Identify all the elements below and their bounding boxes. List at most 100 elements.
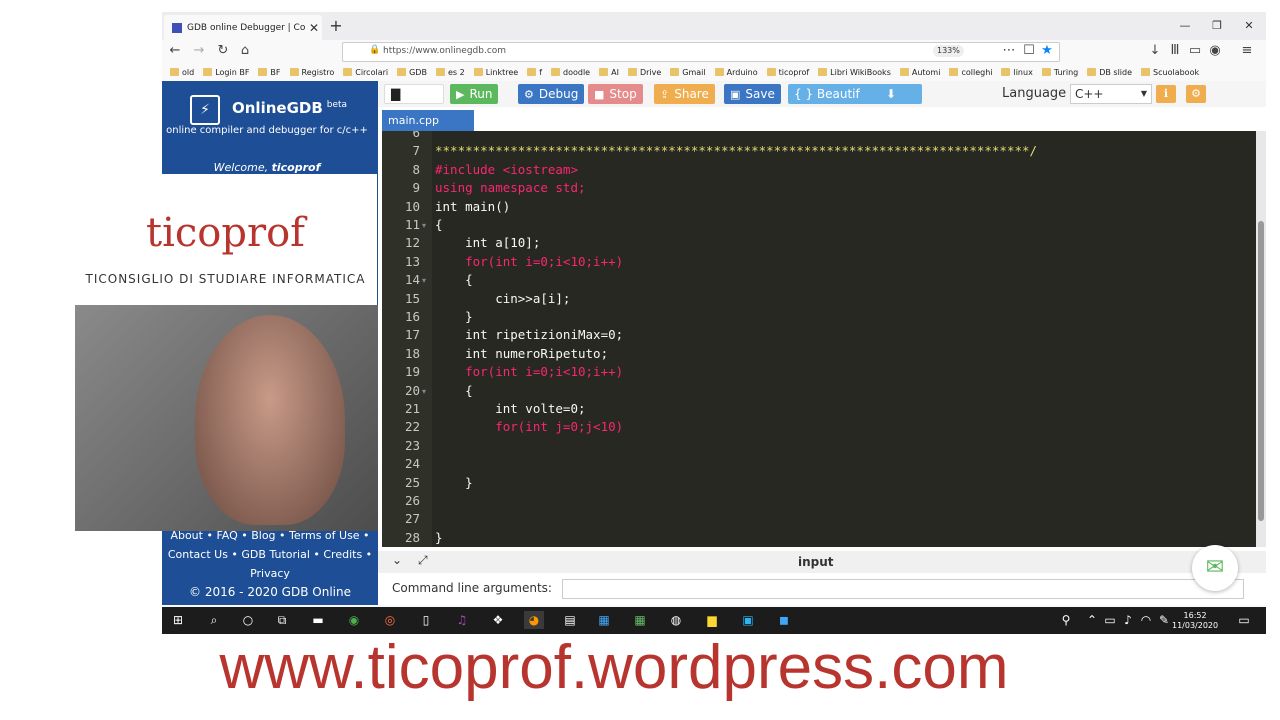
windows-start-icon[interactable]: ⊞ — [168, 611, 188, 629]
mail-icon[interactable]: ✉ — [1192, 545, 1238, 591]
firefox-icon[interactable]: ◕ — [524, 611, 544, 629]
browser-tab[interactable]: GDB online Debugger | Compi ✕ — [164, 15, 322, 40]
download-button[interactable]: ⬇ — [860, 84, 922, 104]
url-bar[interactable]: 🔒 https://www.onlinegdb.com 133% — [342, 42, 1060, 62]
file-tab-main[interactable]: main.cpp — [382, 110, 474, 131]
bookmark-item[interactable]: Libri WikiBooks — [818, 68, 891, 77]
account-icon[interactable]: ◉ — [1206, 42, 1224, 60]
minimize-icon[interactable]: — — [1170, 16, 1200, 36]
wifi-icon[interactable]: ◠ — [1136, 611, 1156, 629]
folder-icon[interactable]: ▆ — [702, 611, 722, 629]
tab-bar: GDB online Debugger | Compi ✕ + — ❐ ✕ — [162, 12, 1266, 40]
window-icon[interactable]: ▤ — [560, 611, 580, 629]
remote-icon[interactable]: ▣ — [738, 611, 758, 629]
settings-button[interactable]: ⚙ — [1186, 85, 1206, 103]
fold-arrow-icon[interactable]: ▾ — [422, 276, 426, 285]
word-icon[interactable]: ▦ — [594, 611, 614, 629]
bookmark-item[interactable]: ticoprof — [766, 68, 809, 77]
bookmark-item[interactable]: BF — [258, 68, 281, 77]
bookmarks-bar: old Login BF BF Registro Circolari GDB es 2 Lin… — [162, 64, 1266, 80]
save-button[interactable]: ▣ Save — [724, 84, 781, 104]
stop-button[interactable]: ■ Stop — [588, 84, 643, 104]
editor-toolbar: ▇ ▶ Run ⚙ Debug ■ Stop ⇪ Share ▣ Save { } Bea… — [378, 81, 1266, 107]
bookmark-item[interactable]: es 2 — [435, 68, 465, 77]
collapse-icon[interactable]: ⌄ — [392, 553, 402, 567]
taskbar-clock[interactable]: 16:52 11/03/2020 — [1172, 611, 1218, 631]
bookmark-item[interactable]: doodle — [551, 68, 590, 77]
menu-icon[interactable]: ≡ — [1238, 42, 1256, 60]
terminal-icon[interactable]: ▬ — [308, 611, 328, 629]
share-button[interactable]: ⇪ Share — [654, 84, 715, 104]
bookmark-item[interactable]: Scuolabook — [1141, 68, 1199, 77]
bookmark-item[interactable]: linux — [1001, 68, 1033, 77]
cortana-icon[interactable]: ○ — [238, 611, 258, 629]
bookmark-item[interactable]: AI — [599, 68, 619, 77]
run-button[interactable]: ▶ Run — [450, 84, 499, 104]
bookmark-item[interactable]: Turing — [1041, 68, 1078, 77]
zoom-app-icon[interactable]: ◼ — [774, 611, 794, 629]
obs-icon[interactable]: ◍ — [666, 611, 686, 629]
document-icon[interactable]: ▯ — [416, 611, 436, 629]
bookmark-item[interactable]: Registro — [289, 68, 334, 77]
sidebar-toggle-icon[interactable]: ▭ — [1186, 42, 1204, 60]
footer-links-3[interactable]: Privacy — [162, 567, 378, 580]
library-icon[interactable]: Ⅲ — [1166, 42, 1184, 60]
network-icon[interactable]: ▭ — [1100, 611, 1120, 629]
code-line: int main() — [435, 198, 511, 214]
close-tab-icon[interactable]: ✕ — [306, 21, 322, 35]
new-tab-icon[interactable]: + — [326, 15, 346, 37]
bookmark-item[interactable]: f — [527, 68, 542, 77]
code-line: int ripetizioniMax=0; — [435, 327, 624, 343]
chrome-icon[interactable]: ◉ — [344, 611, 364, 629]
new-file-button[interactable]: ▇ — [384, 84, 444, 104]
fold-arrow-icon[interactable]: ▾ — [422, 221, 426, 230]
username[interactable]: ticoprof — [272, 161, 321, 174]
bookmark-item[interactable]: Drive — [627, 68, 661, 77]
bookmark-item[interactable]: Arduino — [714, 68, 758, 77]
bookmark-item[interactable]: colleghi — [949, 68, 992, 77]
volume-icon[interactable]: ♪ — [1118, 611, 1138, 629]
people-icon[interactable]: ⚲ — [1056, 611, 1076, 629]
info-button[interactable]: ℹ — [1156, 85, 1176, 103]
bookmark-item[interactable]: DB slide — [1087, 68, 1132, 77]
app-icon[interactable]: ❖ — [488, 611, 508, 629]
zoom-level[interactable]: 133% — [933, 45, 964, 57]
home-icon[interactable]: ⌂ — [236, 42, 254, 60]
scrollbar-thumb[interactable] — [1258, 221, 1264, 521]
notifications-icon[interactable]: ▭ — [1234, 611, 1254, 629]
music-icon[interactable]: ♫ — [452, 611, 472, 629]
forward-icon[interactable]: → — [190, 42, 208, 60]
cmd-input[interactable] — [562, 579, 1244, 599]
pen-icon[interactable]: ✎ — [1154, 611, 1174, 629]
code-editor[interactable]: 6 7 8 9 10 11 ▾ 12 13 14 ▾ 15 16 17 18 19 20 ▾ 21 22 23 24 25 2… — [382, 131, 1256, 547]
bookmark-item[interactable]: Circolari — [343, 68, 388, 77]
fold-arrow-icon[interactable]: ▾ — [422, 387, 426, 396]
bookmark-item[interactable]: GDB — [397, 68, 427, 77]
bookmark-star-icon[interactable]: ★ — [1038, 42, 1056, 60]
tray-up-icon[interactable]: ⌃ — [1082, 611, 1102, 629]
debug-button[interactable]: ⚙ Debug — [518, 84, 585, 104]
code-line: { — [435, 382, 473, 398]
bookmark-item[interactable]: Linktree — [473, 68, 518, 77]
search-icon[interactable]: ⌕ — [204, 611, 224, 629]
excel-icon[interactable]: ▦ — [630, 611, 650, 629]
bookmark-item[interactable]: Automi — [899, 68, 940, 77]
restore-icon[interactable]: ❐ — [1202, 16, 1232, 36]
bookmark-item[interactable]: old — [170, 68, 194, 77]
task-view-icon[interactable]: ⧉ — [272, 611, 292, 629]
brand-name: ticoprof — [146, 210, 305, 256]
bookmark-item[interactable]: Gmail — [670, 68, 706, 77]
reload-icon[interactable]: ↻ — [214, 42, 232, 60]
bookmark-item[interactable]: Login BF — [203, 68, 249, 77]
close-window-icon[interactable]: ✕ — [1234, 16, 1264, 36]
language-select[interactable]: C++ ▼ — [1070, 84, 1152, 104]
expand-icon[interactable]: ⤢ — [418, 553, 428, 568]
footer-links-2[interactable]: Contact Us • GDB Tutorial • Credits • — [162, 548, 378, 561]
pocket-icon[interactable]: ☐ — [1020, 42, 1038, 60]
back-icon[interactable]: ← — [166, 42, 184, 60]
downloads-icon[interactable]: ↓ — [1146, 42, 1164, 60]
language-label: Language — [1002, 86, 1067, 101]
page-actions-icon[interactable]: ⋯ — [1000, 42, 1018, 60]
code-line: int numeroRipetuto; — [435, 345, 609, 361]
ubuntu-icon[interactable]: ◎ — [380, 611, 400, 629]
